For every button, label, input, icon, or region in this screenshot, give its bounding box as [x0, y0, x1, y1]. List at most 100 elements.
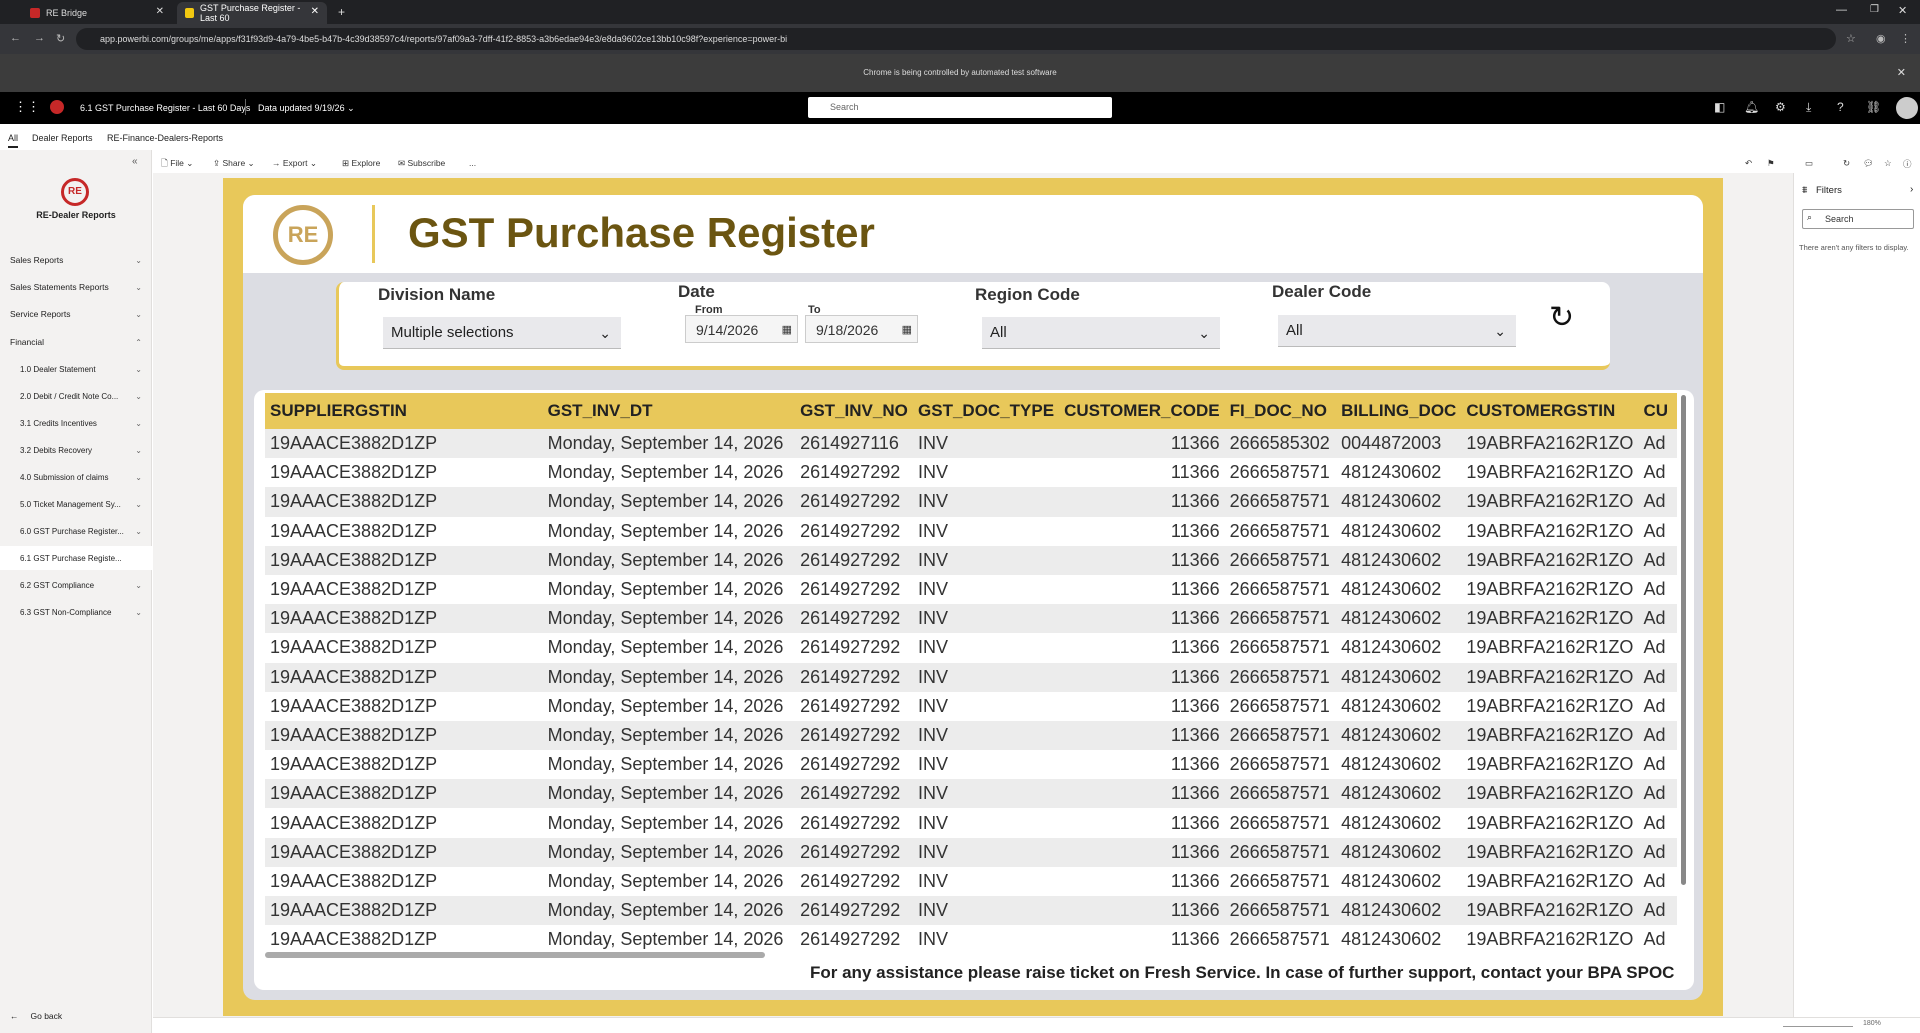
undo-icon[interactable]: ↶ [1745, 158, 1752, 169]
comment-icon[interactable]: 💬︎ [1863, 158, 1874, 169]
reload-icon[interactable]: ↻ [56, 32, 65, 45]
profile-icon[interactable]: ◉ [1876, 32, 1886, 45]
dealer-dropdown[interactable]: All ⌄ [1278, 315, 1516, 347]
gear-icon[interactable]: ⚙ [1775, 100, 1786, 114]
app-launcher-icon[interactable]: ⋮⋮ [14, 99, 40, 115]
sidebar-item-gst-purchase-register[interactable]: 6.0 GST Purchase Register... ⌄ [0, 519, 152, 543]
calendar-icon[interactable]: ▦ [782, 316, 792, 344]
region-dropdown[interactable]: All ⌄ [982, 317, 1220, 349]
table-row[interactable]: 19AAACE3882D1ZP Monday, September 14, 202… [265, 808, 1677, 838]
share-link-icon[interactable]: ⛓ [1866, 100, 1881, 114]
table-row[interactable]: 19AAACE3882D1ZP Monday, September 14, 202… [265, 458, 1677, 488]
favorite-icon[interactable]: ☆ [1884, 158, 1892, 169]
tab-dealer-reports[interactable]: Dealer Reports [32, 133, 93, 143]
division-dropdown[interactable]: Multiple selections ⌄ [383, 317, 621, 349]
table-row[interactable]: 19AAACE3882D1ZP Monday, September 14, 202… [265, 896, 1677, 926]
sidebar-item-service-reports[interactable]: Service Reports ⌄ [0, 302, 152, 326]
new-tab-icon[interactable]: + [338, 5, 345, 19]
browser-tab-re-bridge[interactable]: RE Bridge ✕ [22, 2, 172, 24]
forward-icon[interactable]: → [34, 32, 45, 44]
table-row[interactable]: 19AAACE3882D1ZP Monday, September 14, 202… [265, 750, 1677, 780]
help-icon[interactable]: ? [1837, 100, 1844, 114]
url-input[interactable]: app.powerbi.com/groups/me/apps/f31f93d9-… [76, 28, 1836, 50]
browser-tab-gst-register[interactable]: GST Purchase Register - Last 60 ✕ [177, 2, 327, 24]
table-row[interactable]: 19AAACE3882D1ZP Monday, September 14, 202… [265, 604, 1677, 634]
table-row[interactable]: 19AAACE3882D1ZP Monday, September 14, 202… [265, 779, 1677, 809]
table-row[interactable]: 19AAACE3882D1ZP Monday, September 14, 202… [265, 925, 1677, 953]
close-notice-icon[interactable]: ✕ [1897, 54, 1906, 92]
file-menu[interactable]: 🗋 File ⌄ [161, 158, 193, 172]
calendar-icon[interactable]: ▦ [902, 316, 912, 344]
table-row[interactable]: 19AAACE3882D1ZP Monday, September 14, 202… [265, 574, 1677, 605]
col-header[interactable]: CUSTOMERGSTIN [1461, 393, 1639, 429]
collapse-sidebar-icon[interactable]: « [132, 156, 138, 167]
back-icon[interactable]: ← [10, 32, 21, 44]
sidebar-item-gst-compliance[interactable]: 6.2 GST Compliance ⌄ [0, 573, 152, 597]
bookmark-icon[interactable]: ⚑ [1767, 158, 1775, 169]
more-options-button[interactable]: ... [469, 158, 476, 168]
info-icon[interactable]: ⓘ [1903, 158, 1912, 170]
bell-icon[interactable]: 🔔︎ [1744, 100, 1759, 114]
horizontal-scrollbar[interactable] [265, 952, 765, 958]
tab-re-finance[interactable]: RE-Finance-Dealers-Reports [107, 133, 223, 143]
layout-icon[interactable]: ◧ [1714, 100, 1725, 114]
share-menu[interactable]: ⇪ Share ⌄ [213, 158, 255, 169]
sidebar-item-gst-non-compliance[interactable]: 6.3 GST Non-Compliance ⌄ [0, 600, 152, 624]
collapse-filters-icon[interactable]: › [1910, 184, 1913, 195]
sidebar-item-ticket-management[interactable]: 5.0 Ticket Management Sy... ⌄ [0, 492, 152, 516]
table-row[interactable]: 19AAACE3882D1ZP Monday, September 14, 202… [265, 516, 1677, 546]
col-header[interactable]: GST_INV_DT [542, 393, 796, 429]
sidebar-item-credits-incentives[interactable]: 3.1 Credits Incentives ⌄ [0, 411, 152, 435]
col-header[interactable]: FI_DOC_NO [1224, 393, 1337, 429]
close-tab-icon[interactable]: ✕ [156, 6, 164, 17]
restore-icon[interactable]: ❐ [1870, 4, 1879, 15]
col-header[interactable]: CU [1638, 393, 1677, 429]
col-header[interactable]: SUPPLIERGSTIN [265, 393, 543, 429]
minimize-icon[interactable]: — [1836, 4, 1847, 16]
col-header[interactable]: GST_INV_NO [795, 393, 914, 429]
from-date-input[interactable]: 9/14/2026 ▦ [685, 315, 798, 343]
table-row[interactable]: 19AAACE3882D1ZP Monday, September 14, 202… [265, 691, 1677, 721]
sidebar-item-debit-credit[interactable]: 2.0 Debit / Credit Note Co... ⌄ [0, 384, 152, 408]
avatar[interactable] [1896, 97, 1918, 119]
table-row[interactable]: 19AAACE3882D1ZP Monday, September 14, 202… [265, 633, 1677, 663]
table-row[interactable]: 19AAACE3882D1ZP Monday, September 14, 202… [265, 487, 1677, 517]
close-window-icon[interactable]: ✕ [1898, 4, 1907, 17]
pbi-search-input[interactable]: Search [808, 97, 1112, 118]
data-table[interactable]: SUPPLIERGSTIN GST_INV_DT GST_INV_NO GST_… [265, 393, 1677, 953]
table-row[interactable]: 19AAACE3882D1ZP Monday, September 14, 202… [265, 662, 1677, 692]
col-header[interactable]: GST_DOC_TYPE [913, 393, 1060, 429]
export-menu[interactable]: → Export ⌄ [272, 158, 317, 169]
reset-filters-icon[interactable]: ↻ [1549, 300, 1574, 335]
sidebar-item-debits-recovery[interactable]: 3.2 Debits Recovery ⌄ [0, 438, 152, 462]
data-updated-dropdown[interactable]: Data updated 9/19/26 ⌄ [258, 103, 355, 114]
sidebar-item-sales-statements[interactable]: Sales Statements Reports ⌄ [0, 275, 152, 299]
subscribe-button[interactable]: ✉ Subscribe [398, 158, 445, 169]
table-row[interactable]: 19AAACE3882D1ZP Monday, September 14, 202… [265, 429, 1677, 459]
explore-button[interactable]: ⊞ Explore [342, 158, 380, 169]
close-tab-icon[interactable]: ✕ [311, 6, 319, 17]
vertical-scrollbar[interactable] [1681, 395, 1686, 885]
zoom-slider[interactable] [1783, 1026, 1853, 1027]
bookmark-star-icon[interactable]: ☆ [1846, 32, 1856, 45]
sidebar-item-gst-purchase-register-60[interactable]: 6.1 GST Purchase Registe... [0, 546, 152, 570]
col-header[interactable]: BILLING_DOC [1336, 393, 1462, 429]
sidebar-item-submission-claims[interactable]: 4.0 Submission of claims ⌄ [0, 465, 152, 489]
go-back-button[interactable]: ← Go back [0, 1004, 152, 1028]
table-row[interactable]: 19AAACE3882D1ZP Monday, September 14, 202… [265, 545, 1677, 575]
filters-search-input[interactable]: Search [1802, 209, 1914, 229]
table-row[interactable]: 19AAACE3882D1ZP Monday, September 14, 202… [265, 720, 1677, 751]
to-date-input[interactable]: 9/18/2026 ▦ [805, 315, 918, 343]
tab-all[interactable]: All [8, 133, 19, 148]
download-icon[interactable]: ⤓ [1806, 100, 1811, 115]
view-icon[interactable]: ▭ [1805, 158, 1813, 169]
browser-menu-icon[interactable]: ⋮ [1900, 32, 1911, 45]
refresh-icon[interactable]: ↻ [1843, 158, 1850, 169]
table-row[interactable]: 19AAACE3882D1ZP Monday, September 14, 202… [265, 837, 1677, 867]
sidebar-item-dealer-statement[interactable]: 1.0 Dealer Statement ⌄ [0, 357, 152, 381]
sidebar-item-financial[interactable]: Financial ⌃ [0, 330, 152, 354]
sidebar-item-sales-reports[interactable]: Sales Reports ⌄ [0, 248, 152, 272]
table-cell: 19ABRFA2162R1ZO [1461, 808, 1639, 838]
table-row[interactable]: 19AAACE3882D1ZP Monday, September 14, 202… [265, 866, 1677, 896]
col-header[interactable]: CUSTOMER_CODE [1059, 393, 1225, 429]
